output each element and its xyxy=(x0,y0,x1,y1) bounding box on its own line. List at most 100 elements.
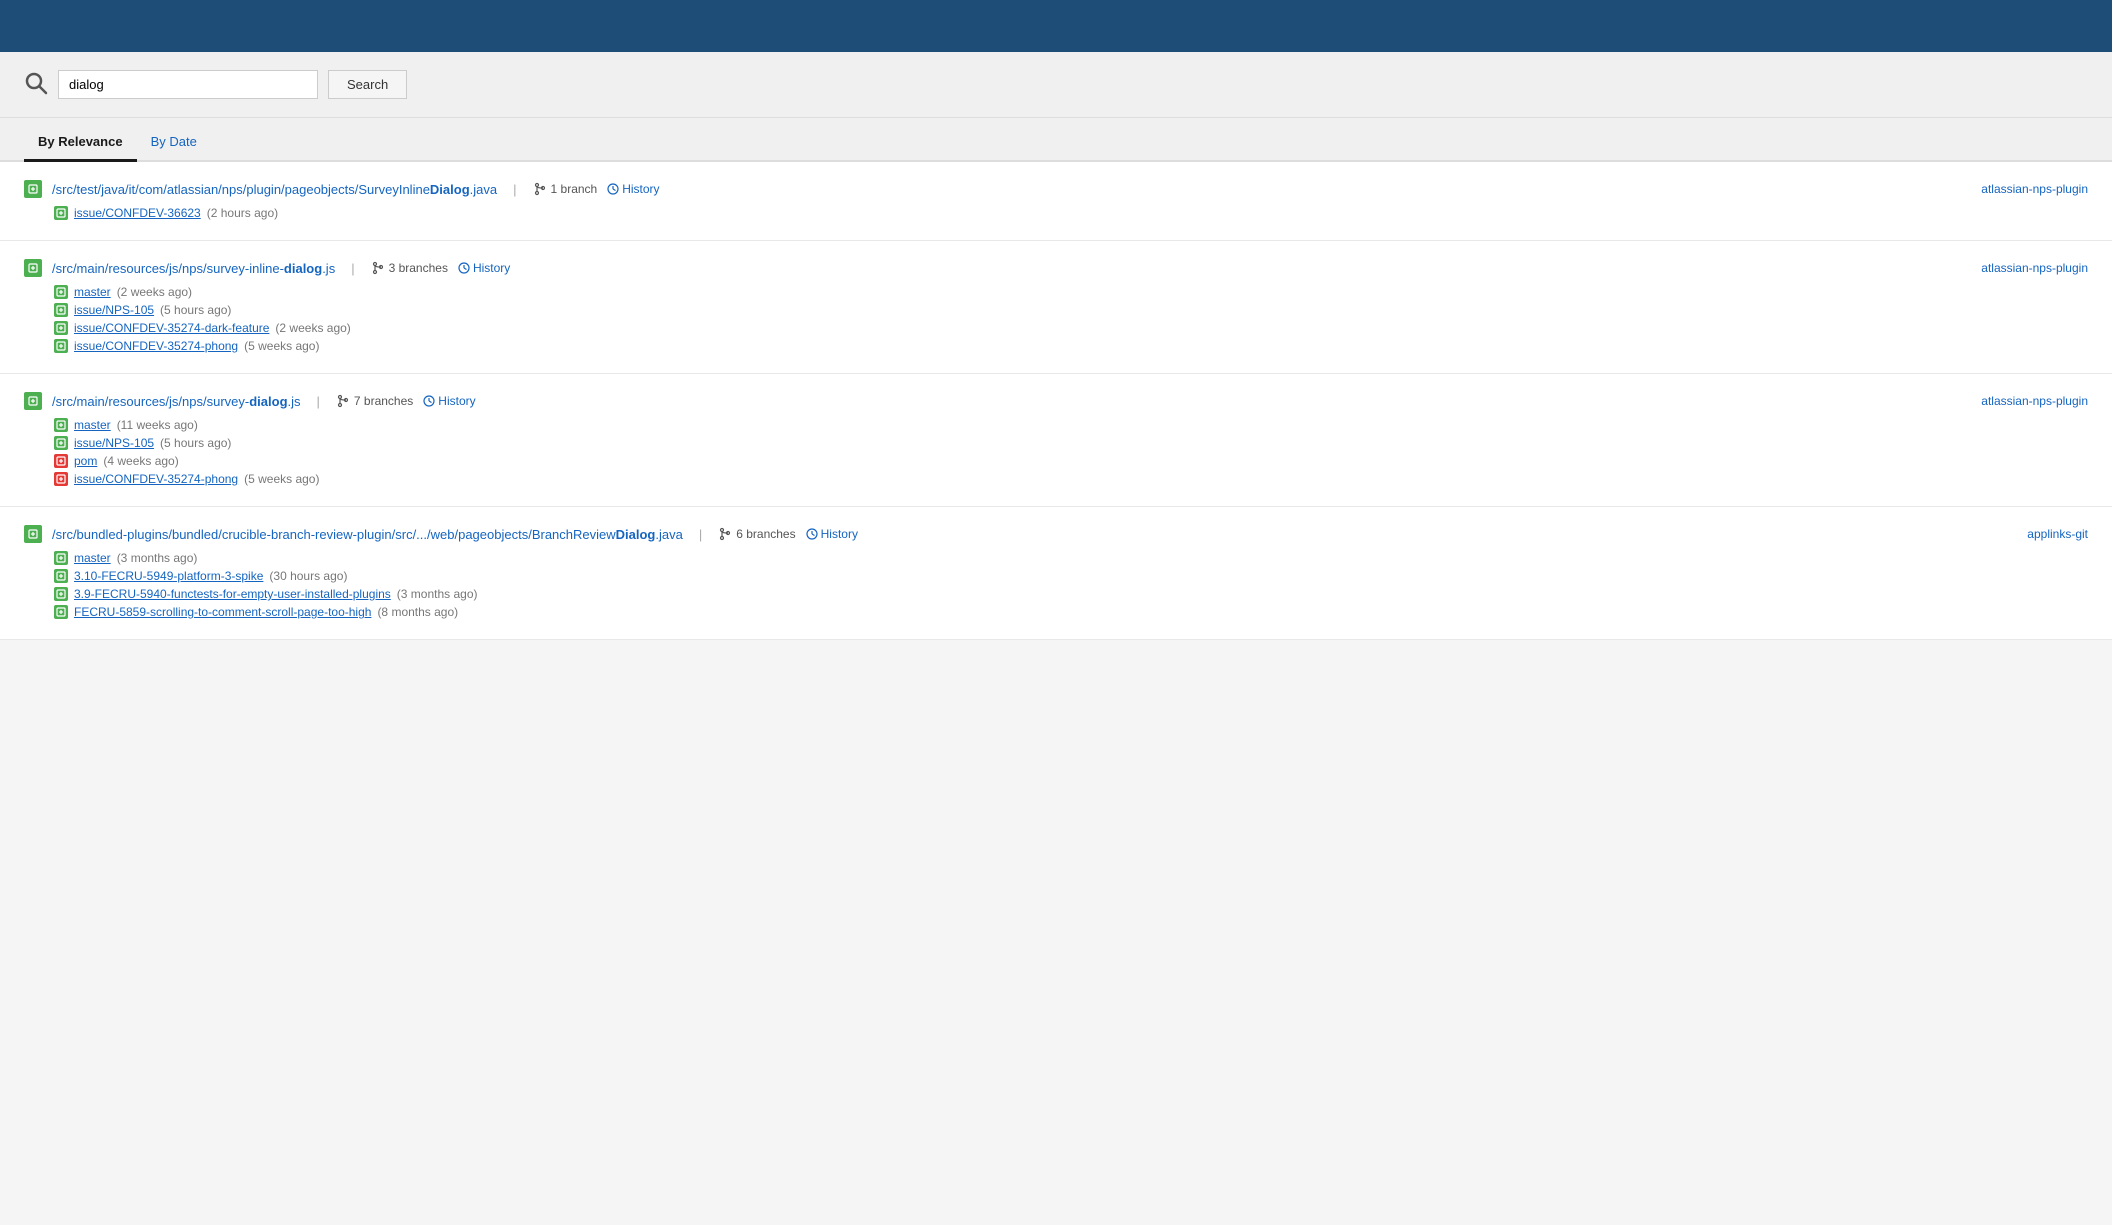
clock-icon xyxy=(458,262,470,274)
branch-entry-icon xyxy=(54,285,68,299)
result-header: /src/bundled-plugins/bundled/crucible-br… xyxy=(24,525,2088,543)
sort-tabs: By Relevance By Date xyxy=(0,118,2112,162)
branch-entry-name[interactable]: issue/CONFDEV-35274-phong xyxy=(74,339,238,353)
branch-entry-time: (4 weeks ago) xyxy=(103,454,178,468)
search-bar: Search xyxy=(0,52,2112,118)
file-path-link[interactable]: /src/main/resources/js/nps/survey-dialog… xyxy=(52,394,301,409)
separator: | xyxy=(351,261,354,276)
branch-entry: issue/CONFDEV-35274-phong (5 weeks ago) xyxy=(54,470,2088,488)
branch-entry-name[interactable]: FECRU-5859-scrolling-to-comment-scroll-p… xyxy=(74,605,371,619)
branch-entry-time: (5 hours ago) xyxy=(160,303,231,317)
branch-icon xyxy=(336,394,350,408)
tab-by-relevance[interactable]: By Relevance xyxy=(24,124,137,162)
branch-entry-name[interactable]: master xyxy=(74,551,111,565)
branch-entry: issue/CONFDEV-35274-dark-feature (2 weeks… xyxy=(54,319,2088,337)
branch-entry-time: (2 weeks ago) xyxy=(117,285,192,299)
branch-entry-name[interactable]: master xyxy=(74,285,111,299)
branch-entry-icon xyxy=(54,569,68,583)
repo-name: atlassian-nps-plugin xyxy=(1981,182,2088,196)
branch-entry-name[interactable]: issue/CONFDEV-35274-dark-feature xyxy=(74,321,269,335)
branch-entry: master (2 weeks ago) xyxy=(54,283,2088,301)
branch-entry: master (3 months ago) xyxy=(54,549,2088,567)
branch-entry-time: (5 weeks ago) xyxy=(244,472,319,486)
repo-name: applinks-git xyxy=(2027,527,2088,541)
branch-icon xyxy=(371,261,385,275)
branch-entry: issue/NPS-105 (5 hours ago) xyxy=(54,434,2088,452)
branch-entry: 3.9-FECRU-5940-functests-for-empty-user-… xyxy=(54,585,2088,603)
branch-entry-time: (3 months ago) xyxy=(397,587,478,601)
search-input[interactable] xyxy=(58,70,318,99)
branch-entry-name[interactable]: issue/CONFDEV-35274-phong xyxy=(74,472,238,486)
branch-entry-name[interactable]: 3.9-FECRU-5940-functests-for-empty-user-… xyxy=(74,587,391,601)
branch-entry-icon xyxy=(54,587,68,601)
branch-icon xyxy=(718,527,732,541)
branch-entry-name[interactable]: issue/NPS-105 xyxy=(74,303,154,317)
history-link[interactable]: History xyxy=(607,182,659,196)
result-header: /src/main/resources/js/nps/survey-dialog… xyxy=(24,392,2088,410)
branch-entry-time: (3 months ago) xyxy=(117,551,198,565)
branch-entry-icon xyxy=(54,436,68,450)
branch-entry-name[interactable]: issue/CONFDEV-36623 xyxy=(74,206,201,220)
repo-name: atlassian-nps-plugin xyxy=(1981,394,2088,408)
branch-entry-time: (8 months ago) xyxy=(377,605,458,619)
branch-entry: issue/CONFDEV-35274-phong (5 weeks ago) xyxy=(54,337,2088,355)
result-item: /src/main/resources/js/nps/survey-dialog… xyxy=(0,374,2112,507)
result-item: /src/test/java/it/com/atlassian/nps/plug… xyxy=(0,162,2112,241)
clock-icon xyxy=(423,395,435,407)
branch-entry: pom (4 weeks ago) xyxy=(54,452,2088,470)
file-path-link[interactable]: /src/bundled-plugins/bundled/crucible-br… xyxy=(52,527,683,542)
branch-entry-name[interactable]: 3.10-FECRU-5949-platform-3-spike xyxy=(74,569,263,583)
branch-entry-name[interactable]: pom xyxy=(74,454,97,468)
branch-entry-icon xyxy=(54,206,68,220)
clock-icon xyxy=(806,528,818,540)
file-path-link[interactable]: /src/test/java/it/com/atlassian/nps/plug… xyxy=(52,182,497,197)
branch-entry-name[interactable]: master xyxy=(74,418,111,432)
file-icon xyxy=(24,392,42,410)
top-bar xyxy=(0,0,2112,52)
file-path-link[interactable]: /src/main/resources/js/nps/survey-inline… xyxy=(52,261,335,276)
history-link[interactable]: History xyxy=(806,527,858,541)
branch-info: 3 branches xyxy=(371,261,448,275)
branch-entry: master(11 weeks ago) xyxy=(54,416,2088,434)
branch-entry-time: (5 hours ago) xyxy=(160,436,231,450)
branch-count: 7 branches xyxy=(354,394,413,408)
branch-info: 7 branches xyxy=(336,394,413,408)
search-button[interactable]: Search xyxy=(328,70,407,99)
branch-entry: issue/CONFDEV-36623 (2 hours ago) xyxy=(54,204,2088,222)
branch-entry-name[interactable]: issue/NPS-105 xyxy=(74,436,154,450)
separator: | xyxy=(513,182,516,197)
history-link[interactable]: History xyxy=(458,261,510,275)
file-icon xyxy=(24,180,42,198)
branch-entry: issue/NPS-105 (5 hours ago) xyxy=(54,301,2088,319)
branch-list: master (3 months ago) 3.10-FECRU-5949-pla… xyxy=(54,549,2088,621)
history-link[interactable]: History xyxy=(423,394,475,408)
result-header: /src/main/resources/js/nps/survey-inline… xyxy=(24,259,2088,277)
branch-entry-icon xyxy=(54,321,68,335)
file-icon xyxy=(24,259,42,277)
branch-count: 3 branches xyxy=(389,261,448,275)
result-item: /src/main/resources/js/nps/survey-inline… xyxy=(0,241,2112,374)
branch-entry-icon xyxy=(54,418,68,432)
branch-count: 6 branches xyxy=(736,527,795,541)
branch-entry-time: (30 hours ago) xyxy=(269,569,347,583)
branch-info: 6 branches xyxy=(718,527,795,541)
branch-list: master (2 weeks ago) issue/NPS-105 (5 hour… xyxy=(54,283,2088,355)
branch-info: 1 branch xyxy=(533,182,598,196)
branch-list: master(11 weeks ago) issue/NPS-105 (5 hou… xyxy=(54,416,2088,488)
result-header: /src/test/java/it/com/atlassian/nps/plug… xyxy=(24,180,2088,198)
clock-icon xyxy=(607,183,619,195)
branch-entry-icon xyxy=(54,551,68,565)
separator: | xyxy=(699,527,702,542)
repo-name: atlassian-nps-plugin xyxy=(1981,261,2088,275)
branch-entry-time: (5 weeks ago) xyxy=(244,339,319,353)
branch-icon xyxy=(533,182,547,196)
result-item: /src/bundled-plugins/bundled/crucible-br… xyxy=(0,507,2112,640)
branch-entry-time: (2 hours ago) xyxy=(207,206,278,220)
branch-entry-icon xyxy=(54,339,68,353)
branch-entry-time: (2 weeks ago) xyxy=(275,321,350,335)
results-container: /src/test/java/it/com/atlassian/nps/plug… xyxy=(0,162,2112,640)
branch-entry-icon xyxy=(54,605,68,619)
branch-list: issue/CONFDEV-36623 (2 hours ago) xyxy=(54,204,2088,222)
tab-by-date[interactable]: By Date xyxy=(137,124,211,162)
file-icon xyxy=(24,525,42,543)
